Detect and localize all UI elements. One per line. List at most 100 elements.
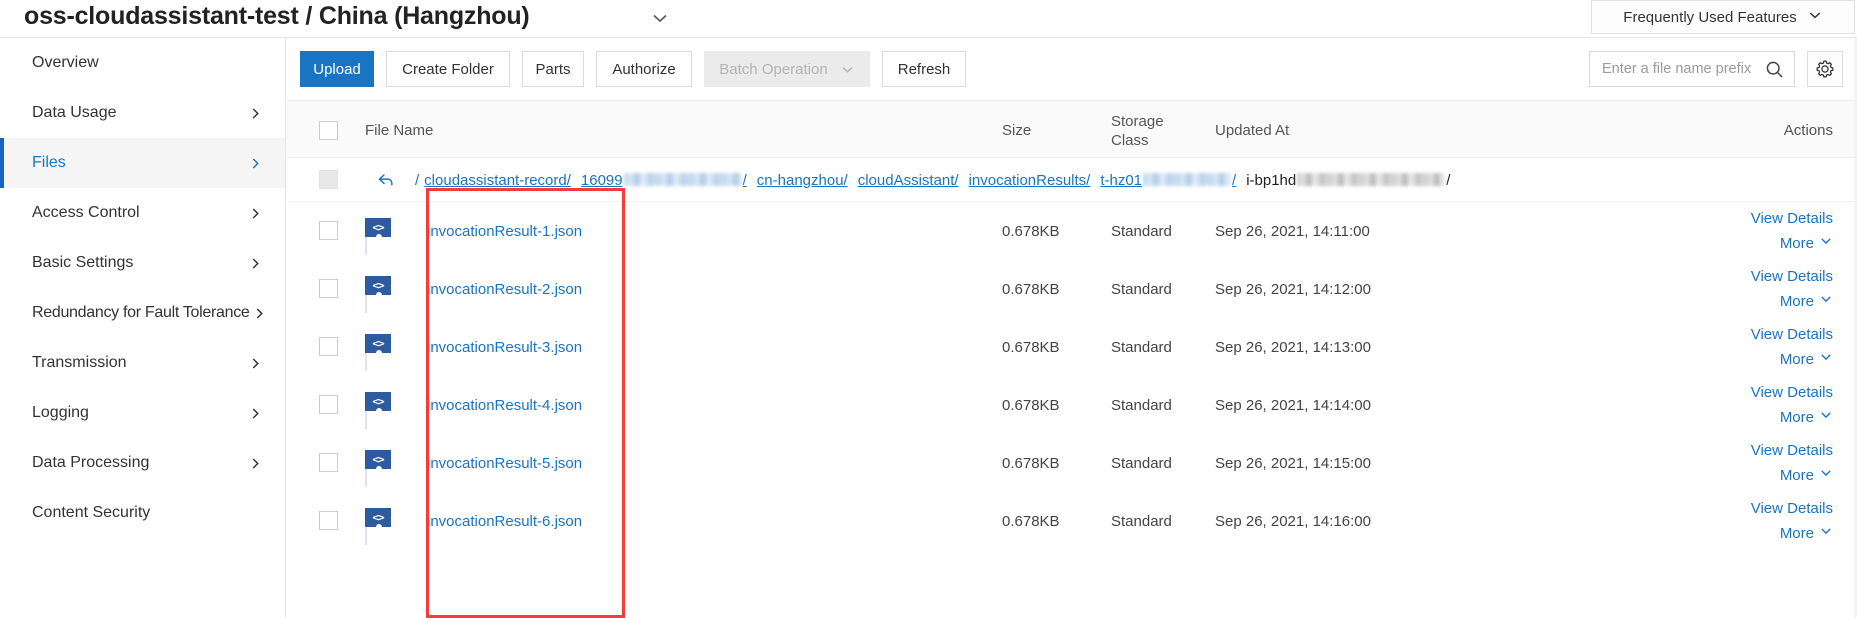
search-icon[interactable] [1756, 52, 1792, 86]
chevron-down-icon[interactable] [648, 6, 672, 30]
sidebar-item-access-control[interactable]: Access Control [0, 188, 285, 238]
file-name-link[interactable]: invocationResult-2.json [427, 260, 582, 318]
storage-class: Standard [1111, 222, 1172, 240]
row-checkbox[interactable] [319, 279, 338, 298]
file-size: 0.678KB [1002, 338, 1060, 356]
more-label: More [1779, 466, 1814, 484]
sidebar-item-redundancy-for-fault-tolerance[interactable]: Redundancy for Fault Tolerance [0, 288, 285, 338]
search-input[interactable] [1590, 52, 1756, 86]
row-checkbox[interactable] [319, 453, 338, 472]
table-row[interactable]: <> invocationResult-3.json 0.678KB Stand… [287, 318, 1857, 376]
search-box [1589, 51, 1795, 87]
chevron-right-icon [252, 306, 267, 321]
column-header-storage-class-line2: Class [1111, 131, 1149, 149]
row-checkbox-disabled [319, 170, 338, 189]
authorize-button[interactable]: Authorize [596, 51, 692, 87]
breadcrumb-segment-text: 16099 [580, 171, 623, 189]
chevron-down-icon [1807, 7, 1823, 27]
table-row[interactable]: <> invocationResult-2.json 0.678KB Stand… [287, 260, 1857, 318]
gear-icon[interactable] [1807, 51, 1843, 87]
file-name-link[interactable]: invocationResult-3.json [427, 318, 582, 376]
files-toolbar: Upload Create Folder Parts Authorize Bat… [287, 38, 1857, 100]
sidebar-item-content-security[interactable]: Content Security [0, 488, 285, 538]
more-actions-link[interactable]: More [1780, 466, 1833, 484]
select-all-checkbox[interactable] [319, 120, 338, 140]
breadcrumb-segment-cloudassistant[interactable]: cloudAssistant/ [858, 172, 959, 189]
view-details-link[interactable]: View Details [1751, 500, 1833, 517]
create-folder-button[interactable]: Create Folder [386, 51, 510, 87]
breadcrumb-segment-cloudassistant-record[interactable]: cloudassistant-record/ [424, 172, 571, 189]
updated-at: Sep 26, 2021, 14:15:00 [1215, 454, 1371, 472]
row-checkbox[interactable] [319, 337, 338, 356]
top-bar: oss-cloudassistant-test / China (Hangzho… [0, 0, 1857, 38]
code-file-icon: <> [365, 276, 391, 313]
breadcrumb-segment-cn-hangzhou[interactable]: cn-hangzhou/ [757, 172, 848, 189]
breadcrumb-segment-text: t-hz01 [1100, 171, 1143, 189]
view-details-link[interactable]: View Details [1751, 384, 1833, 401]
row-checkbox[interactable] [319, 395, 338, 414]
sidebar-item-label: Content Security [32, 504, 151, 521]
more-label: More [1779, 524, 1814, 542]
breadcrumb-segment-task-id[interactable]: t-hz01 / [1100, 172, 1236, 189]
view-details-link[interactable]: View Details [1751, 326, 1833, 343]
table-row[interactable]: <> invocationResult-1.json 0.678KB Stand… [287, 202, 1857, 260]
redacted-region [1143, 172, 1232, 186]
table-row[interactable]: <> invocationResult-4.json 0.678KB Stand… [287, 376, 1857, 434]
breadcrumb-segment-suffix: / [1446, 171, 1451, 189]
more-actions-link[interactable]: More [1780, 524, 1833, 542]
view-details-link[interactable]: View Details [1751, 210, 1833, 227]
row-checkbox[interactable] [319, 221, 338, 240]
sidebar-item-label: Logging [32, 404, 89, 421]
updated-at: Sep 26, 2021, 14:12:00 [1215, 280, 1371, 298]
code-file-icon: <> [365, 218, 391, 255]
sidebar-item-data-usage[interactable]: Data Usage [0, 88, 285, 138]
file-name-link[interactable]: invocationResult-6.json [427, 492, 582, 550]
more-actions-link[interactable]: More [1780, 234, 1833, 252]
file-name-link[interactable]: invocationResult-1.json [427, 202, 582, 260]
chevron-down-icon [1819, 292, 1833, 310]
breadcrumb-segment-account-id[interactable]: 16099 / [581, 172, 747, 189]
parts-button[interactable]: Parts [522, 51, 584, 87]
view-details-link[interactable]: View Details [1751, 268, 1833, 285]
updated-at: Sep 26, 2021, 14:16:00 [1215, 512, 1371, 530]
sidebar-item-basic-settings[interactable]: Basic Settings [0, 238, 285, 288]
frequently-used-features-button[interactable]: Frequently Used Features [1591, 0, 1855, 34]
back-arrow-icon[interactable] [375, 169, 397, 191]
file-name-link[interactable]: invocationResult-4.json [427, 376, 582, 434]
sidebar-item-data-processing[interactable]: Data Processing [0, 438, 285, 488]
sidebar-item-logging[interactable]: Logging [0, 388, 285, 438]
sidebar-item-overview[interactable]: Overview [0, 38, 285, 88]
file-size: 0.678KB [1002, 396, 1060, 414]
redacted-region [1297, 172, 1446, 186]
batch-operation-label: Batch Operation [719, 60, 828, 78]
breadcrumb: / cloudassistant-record/ 16099 / cn-hangz… [415, 158, 1450, 202]
sidebar-item-label: Access Control [32, 204, 140, 221]
table-row[interactable]: <> invocationResult-6.json 0.678KB Stand… [287, 492, 1857, 550]
file-size: 0.678KB [1002, 454, 1060, 472]
sidebar-item-label: Files [32, 154, 66, 171]
updated-at: Sep 26, 2021, 14:11:00 [1215, 222, 1370, 240]
file-name-link[interactable]: invocationResult-5.json [427, 434, 582, 492]
sidebar-item-transmission[interactable]: Transmission [0, 338, 285, 388]
refresh-button[interactable]: Refresh [882, 51, 966, 87]
updated-at: Sep 26, 2021, 14:14:00 [1215, 396, 1371, 414]
more-label: More [1779, 350, 1814, 368]
table-row[interactable]: <> invocationResult-5.json 0.678KB Stand… [287, 434, 1857, 492]
storage-class: Standard [1111, 338, 1172, 356]
breadcrumb-segment-invocationresults[interactable]: invocationResults/ [969, 172, 1091, 189]
upload-button[interactable]: Upload [300, 51, 374, 87]
file-size: 0.678KB [1002, 280, 1060, 298]
sidebar-item-label: Overview [32, 54, 99, 71]
more-actions-link[interactable]: More [1780, 408, 1833, 426]
batch-operation-button[interactable]: Batch Operation [704, 51, 870, 87]
row-checkbox[interactable] [319, 511, 338, 530]
chevron-down-icon [1819, 350, 1833, 368]
view-details-link[interactable]: View Details [1751, 442, 1833, 459]
more-actions-link[interactable]: More [1780, 292, 1833, 310]
select-all-checkbox-cell [319, 101, 338, 159]
redacted-region [623, 172, 742, 186]
files-table: File Name Size Storage Class Updated At … [287, 100, 1857, 550]
more-label: More [1779, 292, 1814, 310]
sidebar-item-files[interactable]: Files [0, 138, 285, 188]
more-actions-link[interactable]: More [1780, 350, 1833, 368]
